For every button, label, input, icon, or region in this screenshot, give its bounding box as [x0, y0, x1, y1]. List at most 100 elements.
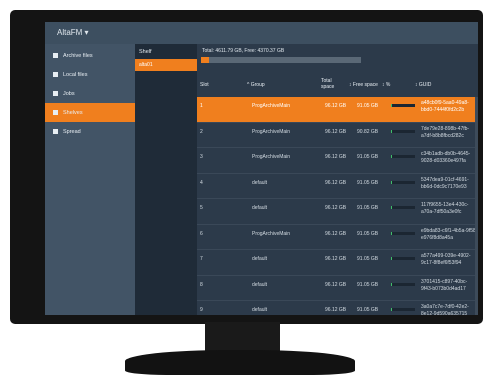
usage-bar — [391, 104, 415, 107]
free-space-cell: 91.05 GB — [357, 154, 379, 160]
sidebar-item-spread[interactable]: Spread — [45, 122, 135, 141]
table-row[interactable]: 5 default 96.12 GB 91.05 GB 117f9655-13e4-43… — [197, 199, 478, 225]
usage-bar — [391, 180, 415, 184]
usage-bar-fill — [391, 231, 393, 235]
guid-cell: 7de79e28-898b-47fb-a7df-b8b8fbcd282c — [421, 125, 470, 139]
scrollbar[interactable] — [475, 97, 478, 315]
usage-bar-fill — [391, 257, 393, 260]
group-cell: ProgArchiveMain — [252, 103, 291, 109]
total-space-cell: 96.12 GB — [325, 281, 347, 288]
usage-bar — [391, 231, 415, 235]
total-space-cell: 96.12 GB — [325, 205, 347, 211]
total-space-cell: 96.12 GB — [325, 230, 347, 237]
list-icon — [53, 91, 58, 96]
sidebar-item-label: Shelves — [63, 109, 83, 116]
usage-bar — [391, 206, 415, 209]
free-space-cell: 91.05 GB — [357, 103, 379, 109]
monitor-bezel: AltaFM ▾ Archive files Local files Jobs … — [10, 10, 483, 324]
sidebar-item-local-files[interactable]: Local files — [45, 65, 135, 84]
total-space-cell: 96.12 GB — [325, 256, 347, 262]
slot-cell: 1 — [200, 103, 203, 109]
group-cell: ProgArchiveMain — [252, 230, 291, 237]
table-row[interactable]: 8 default 96.12 GB 91.05 GB 3701415-c897-40b… — [197, 276, 478, 301]
capacity-bar-fill — [201, 57, 209, 63]
sidebar-item-shelves[interactable]: Shelves — [45, 103, 135, 122]
total-space-cell: 96.12 GB — [325, 128, 347, 135]
shelf-list: Shelf alta01 — [135, 44, 197, 315]
usage-bar-fill — [391, 104, 393, 107]
usage-bar-fill — [391, 155, 393, 158]
col-pct[interactable]: ↕ % — [382, 82, 390, 88]
slot-cell: 9 — [200, 307, 203, 313]
guid-cell: 5347dea9-01cf-4691-bb6d-0dc9c7170e93 — [421, 176, 469, 190]
sidebar-item-label: Local files — [63, 71, 88, 78]
table-row[interactable]: 1 ProgArchiveMain 96.12 GB 91.05 GB a48cb0f9… — [197, 97, 478, 123]
slot-cell: 3 — [200, 154, 203, 160]
file-icon — [53, 53, 58, 58]
table-row[interactable]: 4 default 96.12 GB 91.05 GB 5347dea9-01cf-46… — [197, 174, 478, 199]
usage-bar — [391, 308, 415, 311]
table-row[interactable]: 9 default 96.12 GB 91.05 GB 3a0a7c7e-7df0-42… — [197, 301, 478, 315]
table-row[interactable]: 7 default 96.12 GB 91.05 GB a577a499-039e-49… — [197, 250, 478, 276]
total-space-cell: 96.12 GB — [325, 103, 347, 109]
monitor-neck — [205, 322, 280, 352]
shelf-details: Total: 4611.79 GB, Free: 4370.37 GB Slot… — [197, 44, 478, 315]
slot-cell: 6 — [200, 230, 203, 237]
slot-cell: 4 — [200, 179, 203, 186]
col-slot[interactable]: Slot — [200, 82, 209, 88]
sidebar-item-archive-files[interactable]: Archive files — [45, 46, 135, 65]
file-icon — [53, 72, 58, 77]
guid-cell: e9bda83-c6f1-4b5a-9f58-e976f8d8a45a — [421, 227, 478, 241]
guid-cell: 3a0a7c7e-7df0-42e2-8e12-9d590a635715 — [421, 304, 469, 315]
group-cell: default — [252, 256, 268, 262]
usage-bar — [391, 282, 415, 286]
monitor-stand — [125, 350, 355, 375]
usage-bar — [391, 257, 415, 260]
usage-bar — [391, 155, 415, 158]
group-cell: default — [252, 281, 268, 288]
slot-cell: 5 — [200, 205, 203, 211]
shelf-icon — [53, 110, 58, 115]
col-total[interactable]: Total space — [321, 78, 337, 90]
total-space-cell: 96.12 GB — [325, 307, 347, 313]
guid-cell: a577a499-039e-4902-9c17-8f8ef6f53f94 — [421, 253, 471, 266]
usage-bar-fill — [391, 308, 393, 311]
app-title[interactable]: AltaFM ▾ — [45, 22, 478, 44]
sidebar-item-label: Archive files — [63, 52, 93, 59]
table-row[interactable]: 6 ProgArchiveMain 96.12 GB 91.05 GB e9bda83-… — [197, 225, 478, 250]
free-space-cell: 91.05 GB — [357, 281, 379, 288]
col-group[interactable]: ^ Group — [247, 82, 265, 88]
sidebar-item-jobs[interactable]: Jobs — [45, 84, 135, 103]
slot-cell: 7 — [200, 256, 203, 262]
free-space-cell: 91.05 GB — [357, 230, 379, 237]
capacity-summary: Total: 4611.79 GB, Free: 4370.37 GB — [202, 48, 285, 54]
total-space-cell: 96.12 GB — [325, 179, 347, 186]
guid-cell: c34b1adb-db0b-4645-9028-d03360e497fa — [421, 151, 471, 164]
usage-bar-fill — [391, 129, 393, 133]
group-cell: default — [252, 179, 268, 186]
guid-cell: a48cb0f9-5aa0-49a8-bbd0-7444f0fd2c2b — [421, 100, 469, 113]
slot-cell: 2 — [200, 128, 203, 135]
free-space-cell: 91.05 GB — [357, 307, 379, 313]
guid-cell: 117f9655-13e4-430c-a70a-7df50a3e0fc — [421, 202, 469, 215]
group-cell: ProgArchiveMain — [252, 154, 291, 160]
grid-icon — [53, 129, 58, 134]
sidebar-item-label: Spread — [63, 128, 81, 135]
shelf-header: Shelf — [139, 49, 152, 55]
table-row[interactable]: 2 ProgArchiveMain 96.12 GB 90.82 GB 7de79e28… — [197, 123, 478, 148]
table-header: Slot ^ Group Total space ↕ Free space ↕ … — [197, 77, 478, 97]
slot-table: 1 ProgArchiveMain 96.12 GB 91.05 GB a48cb0f9… — [197, 97, 478, 315]
free-space-cell: 91.05 GB — [357, 179, 379, 186]
col-free[interactable]: ↕ Free space — [349, 82, 378, 88]
table-row[interactable]: 3 ProgArchiveMain 96.12 GB 91.05 GB c34b1adb… — [197, 148, 478, 174]
col-guid[interactable]: ↕ GUID — [415, 82, 431, 88]
group-cell: default — [252, 205, 268, 211]
usage-bar-fill — [391, 180, 393, 184]
usage-bar-fill — [391, 282, 393, 286]
free-space-cell: 90.82 GB — [357, 128, 379, 135]
screen: AltaFM ▾ Archive files Local files Jobs … — [45, 22, 478, 315]
group-cell: default — [252, 307, 268, 313]
shelf-item[interactable]: alta01 — [135, 59, 197, 71]
usage-bar — [391, 129, 415, 133]
guid-cell: 3701415-c897-40bc-9f43-b073b0d4ad17 — [421, 278, 468, 292]
